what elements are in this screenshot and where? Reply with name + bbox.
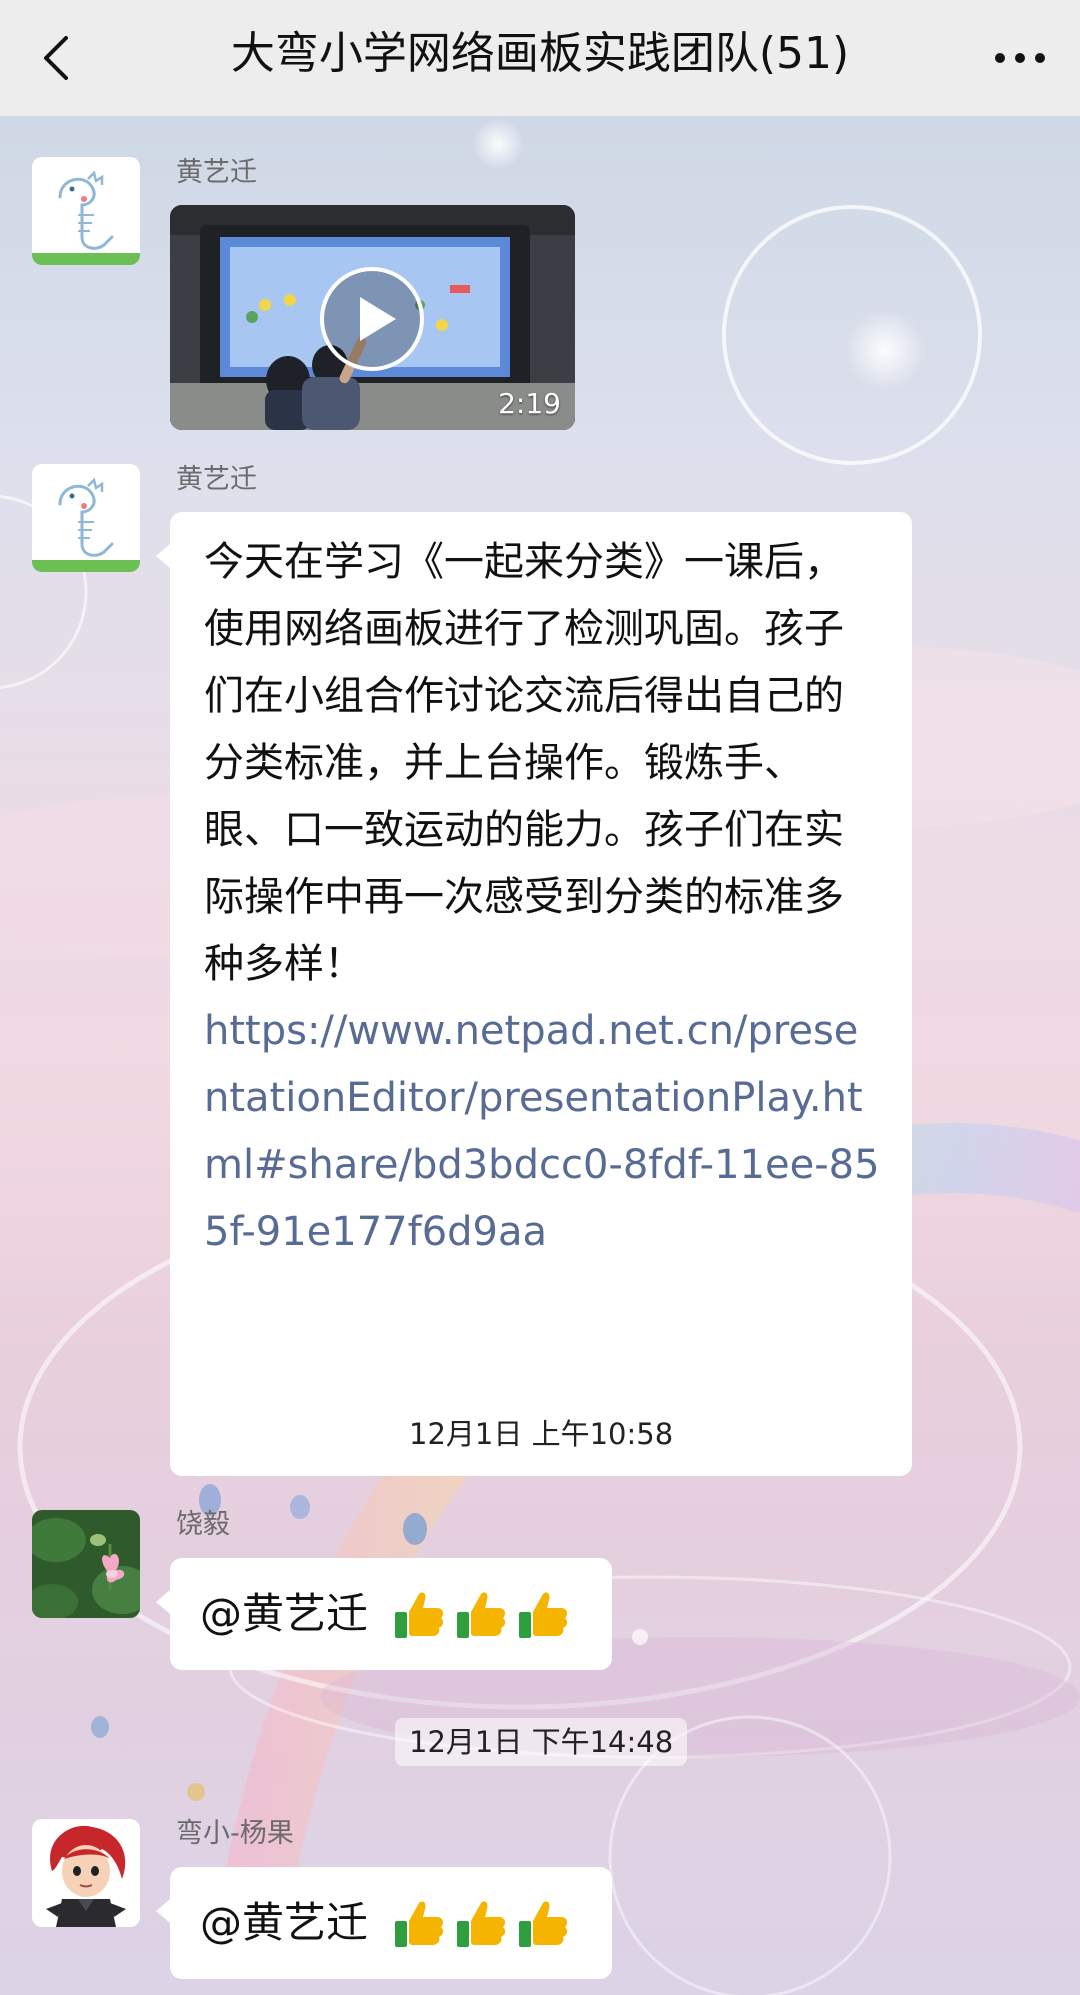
thumbs-up-icon	[395, 1592, 444, 1638]
dinosaur-avatar-icon	[32, 464, 140, 572]
message-mention: @黄艺迁	[200, 1898, 369, 1947]
dinosaur-avatar-icon	[32, 157, 140, 265]
avatar-huang[interactable]	[32, 464, 140, 572]
chat-area[interactable]: 黄艺迁 2:19 黄艺迁 今天在学习《一起来分类》一课后，使用网络画板进行了检测…	[0, 117, 1080, 1995]
emoji-group	[391, 1586, 577, 1642]
message-link[interactable]: https://www.netpad.net.cn/presentationEd…	[204, 998, 882, 1266]
play-button[interactable]	[318, 265, 426, 373]
chevron-left-icon	[44, 36, 68, 80]
thumbs-up-icon	[457, 1901, 506, 1947]
chat-title: 大弯小学网络画板实践团队(51)	[230, 28, 850, 79]
thumbs-up-icon	[519, 1592, 568, 1638]
video-duration: 2:19	[498, 387, 561, 420]
message-timestamp: 12月1日 上午10:58	[395, 1410, 688, 1458]
thumbs-up-icon	[519, 1901, 568, 1947]
sender-name: 黄艺迁	[176, 157, 257, 188]
more-icon	[995, 53, 1045, 63]
play-icon	[320, 267, 424, 371]
avatar-raoyi[interactable]	[32, 1510, 140, 1618]
avatar-huang[interactable]	[32, 157, 140, 265]
video-message[interactable]: 2:19	[170, 205, 575, 430]
cartoon-avatar-icon	[32, 1819, 140, 1927]
back-button[interactable]	[22, 22, 94, 94]
message-timestamp: 12月1日 下午14:48	[395, 1718, 688, 1766]
sender-name: 饶毅	[176, 1509, 230, 1540]
chat-header: 大弯小学网络画板实践团队(51)	[0, 0, 1080, 117]
emoji-group	[391, 1895, 577, 1951]
mention-message-bubble[interactable]: @黄艺迁	[156, 1558, 612, 1670]
avatar-yangguo[interactable]	[32, 1819, 140, 1927]
text-message-bubble[interactable]: 今天在学习《一起来分类》一课后，使用网络画板进行了检测巩固。孩子们在小组合作讨论…	[156, 512, 912, 1476]
sender-name: 弯小-杨果	[176, 1818, 294, 1849]
sender-name: 黄艺迁	[176, 464, 257, 495]
lotus-avatar-icon	[32, 1510, 140, 1618]
mention-message-bubble[interactable]: @黄艺迁	[156, 1867, 612, 1979]
message-text: 今天在学习《一起来分类》一课后，使用网络画板进行了检测巩固。孩子们在小组合作讨论…	[204, 539, 844, 987]
thumbs-up-icon	[395, 1901, 444, 1947]
message-mention: @黄艺迁	[200, 1589, 369, 1638]
more-options-button[interactable]	[982, 22, 1058, 94]
thumbs-up-icon	[457, 1592, 506, 1638]
